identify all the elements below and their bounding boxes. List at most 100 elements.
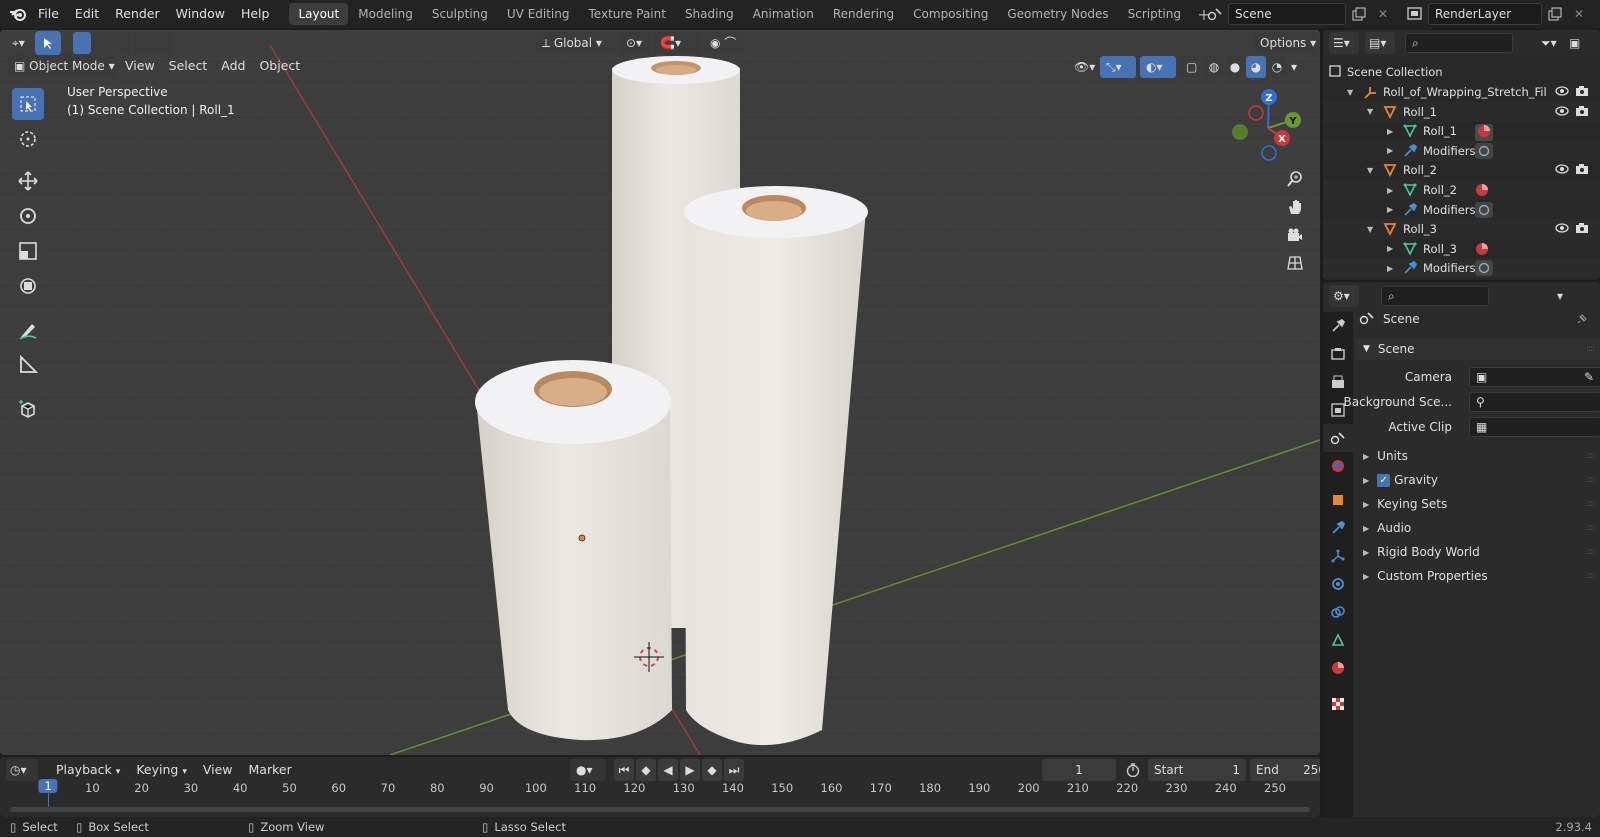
- chevron-down-icon[interactable]: ▼: [1347, 88, 1353, 97]
- render-camera-icon[interactable]: [1575, 85, 1589, 100]
- select-box-tool-icon[interactable]: [12, 88, 44, 120]
- ortho-grid-icon[interactable]: [1284, 252, 1306, 274]
- scene-icon[interactable]: [1204, 3, 1226, 25]
- move-tool-icon[interactable]: [12, 165, 44, 197]
- output-tab-icon[interactable]: [1323, 368, 1353, 396]
- outliner-row-mesh-object[interactable]: ▼ Roll_2: [1323, 160, 1600, 180]
- eye-icon[interactable]: [1555, 85, 1569, 100]
- chevron-right-icon[interactable]: ▶: [1387, 146, 1393, 155]
- material-shading-icon[interactable]: ◕: [1246, 56, 1266, 78]
- eyedropper-icon[interactable]: ✎: [1584, 368, 1594, 386]
- outliner-row-mesh-data[interactable]: ▶ Roll_3: [1323, 239, 1600, 259]
- tool-tab-icon[interactable]: [1323, 312, 1353, 340]
- timeline-scrollbar[interactable]: [10, 807, 1310, 812]
- solid-shading-icon[interactable]: ●: [1225, 56, 1245, 78]
- chevron-down-icon[interactable]: ▼: [1367, 107, 1373, 116]
- tab-uv-editing[interactable]: UV Editing: [498, 3, 579, 25]
- playhead-frame[interactable]: 1: [38, 779, 58, 793]
- measure-tool-icon[interactable]: [12, 349, 44, 381]
- outliner-row-modifiers[interactable]: ▶ Modifiers: [1323, 200, 1600, 220]
- outliner-row-mesh-data[interactable]: ▶ Roll_1: [1323, 121, 1600, 142]
- outliner-row-modifiers[interactable]: ▶ Modifiers: [1323, 140, 1600, 161]
- navigation-gizmo[interactable]: Z Y X: [1228, 88, 1310, 168]
- scale-tool-icon[interactable]: [12, 235, 44, 267]
- viewport-menu-view[interactable]: View: [118, 54, 162, 78]
- outliner-editor-type-icon[interactable]: ☰▾: [1329, 32, 1359, 54]
- viewport-menu-add[interactable]: Add: [214, 54, 252, 78]
- scene-panel-header[interactable]: ▼ Scene ::::: [1355, 338, 1600, 360]
- tab-texture-paint[interactable]: Texture Paint: [580, 3, 675, 25]
- drag-grip-icon[interactable]: ::::: [1586, 499, 1595, 509]
- subpanel-gravity[interactable]: ▶ ✓ Gravity::::: [1355, 469, 1600, 491]
- filter-icon[interactable]: ⏷▾: [1535, 32, 1563, 54]
- pin-icon[interactable]: [1577, 312, 1589, 327]
- scene-name-field[interactable]: Scene: [1228, 3, 1346, 25]
- material-tab-icon[interactable]: [1323, 654, 1353, 682]
- select-extend-icon[interactable]: [92, 32, 111, 54]
- outliner-row-mesh-object[interactable]: ▼ Roll_1: [1323, 101, 1600, 122]
- outliner-row-empty[interactable]: ▼ Roll_of_Wrapping_Stretch_Fil: [1323, 82, 1600, 102]
- object-tab-icon[interactable]: [1323, 486, 1353, 514]
- subpanel-rigid-body-world[interactable]: ▶ Rigid Body World::::: [1355, 541, 1600, 563]
- transform-tool-icon[interactable]: [12, 270, 44, 302]
- tab-shading[interactable]: Shading: [676, 3, 743, 25]
- snap-icon[interactable]: 🧲▾: [654, 32, 700, 54]
- select-subtract-icon[interactable]: [112, 32, 131, 54]
- modifier-icon[interactable]: [1475, 201, 1493, 218]
- chevron-down-icon[interactable]: ▼: [1367, 225, 1373, 234]
- delete-scene-icon[interactable]: ✕: [1372, 3, 1394, 25]
- select-intersect-icon[interactable]: [152, 32, 171, 54]
- render-tab-icon[interactable]: [1323, 340, 1353, 368]
- chevron-down-icon[interactable]: ▼: [1367, 166, 1373, 175]
- tab-compositing[interactable]: Compositing: [904, 3, 997, 25]
- drag-grip-icon[interactable]: ::::: [1586, 571, 1595, 581]
- chevron-right-icon[interactable]: ▶: [1387, 244, 1393, 253]
- scene-field-input[interactable]: ▣ ✎: [1469, 367, 1600, 387]
- drag-grip-icon[interactable]: ::::: [1586, 475, 1595, 485]
- eye-icon[interactable]: [1555, 105, 1569, 120]
- viewport-menu-object[interactable]: Object: [252, 54, 307, 78]
- modifier-icon[interactable]: [1475, 260, 1493, 277]
- menu-edit[interactable]: Edit: [67, 0, 107, 28]
- subpanel-keying-sets[interactable]: ▶ Keying Sets::::: [1355, 493, 1600, 515]
- chevron-right-icon[interactable]: ▶: [1387, 127, 1393, 136]
- zoom-icon[interactable]: [1284, 168, 1306, 190]
- tab-scripting[interactable]: Scripting: [1119, 3, 1190, 25]
- pivot-point-icon[interactable]: ⊙▾: [620, 32, 650, 54]
- outliner-search-input[interactable]: ⌕: [1405, 33, 1513, 53]
- rotate-tool-icon[interactable]: [12, 200, 44, 232]
- outliner-row-mesh-data[interactable]: ▶ Roll_2: [1323, 180, 1600, 200]
- tab-rendering[interactable]: Rendering: [824, 3, 903, 25]
- delete-layer-icon[interactable]: ✕: [1568, 3, 1590, 25]
- menu-window[interactable]: Window: [168, 0, 233, 28]
- tab-layout[interactable]: Layout: [289, 3, 349, 25]
- view-layer-field[interactable]: RenderLayer: [1428, 3, 1542, 25]
- duplicate-scene-icon[interactable]: [1348, 3, 1370, 25]
- blender-logo-icon[interactable]: [6, 3, 30, 25]
- proportional-edit-icon[interactable]: ◉ ⌒: [704, 32, 744, 54]
- visibility-icon[interactable]: 👁▾: [1068, 56, 1096, 78]
- properties-editor-type-icon[interactable]: ⚙▾: [1329, 285, 1359, 307]
- 3d-viewport[interactable]: ⌖▾ ⟂ Global ▾ ⊙▾ 🧲▾ ◉ ⌒ Options ▾ ▣ Obje…: [0, 30, 1320, 755]
- subpanel-custom-properties[interactable]: ▶ Custom Properties::::: [1355, 565, 1600, 587]
- camera-view-icon[interactable]: [1284, 224, 1306, 246]
- material-icon[interactable]: [1475, 242, 1489, 259]
- drag-grip-icon[interactable]: ::::: [1586, 451, 1595, 461]
- menu-render[interactable]: Render: [107, 0, 168, 28]
- overlay-toggle-icon[interactable]: ◐▾: [1140, 56, 1176, 78]
- editor-type-icon[interactable]: ⌖▾: [8, 32, 29, 54]
- gravity-checkbox[interactable]: ✓: [1377, 473, 1391, 487]
- tab-geometry-nodes[interactable]: Geometry Nodes: [998, 3, 1117, 25]
- tab-sculpting[interactable]: Sculpting: [423, 3, 497, 25]
- chevron-right-icon[interactable]: ▶: [1387, 205, 1393, 214]
- shading-options-icon[interactable]: ▾: [1291, 56, 1307, 78]
- add-cube-tool-icon[interactable]: [12, 393, 44, 425]
- chevron-right-icon[interactable]: ▶: [1387, 186, 1393, 195]
- select-invert-icon[interactable]: [132, 32, 151, 54]
- wireframe-shading-icon[interactable]: ◍: [1204, 56, 1224, 78]
- data-tab-icon[interactable]: [1323, 626, 1353, 654]
- scene-collection-row[interactable]: Scene Collection: [1323, 62, 1600, 82]
- rendered-shading-icon[interactable]: ◔: [1267, 56, 1287, 78]
- options-dropdown[interactable]: Options ▾: [1254, 32, 1316, 54]
- subpanel-units[interactable]: ▶ Units::::: [1355, 445, 1600, 467]
